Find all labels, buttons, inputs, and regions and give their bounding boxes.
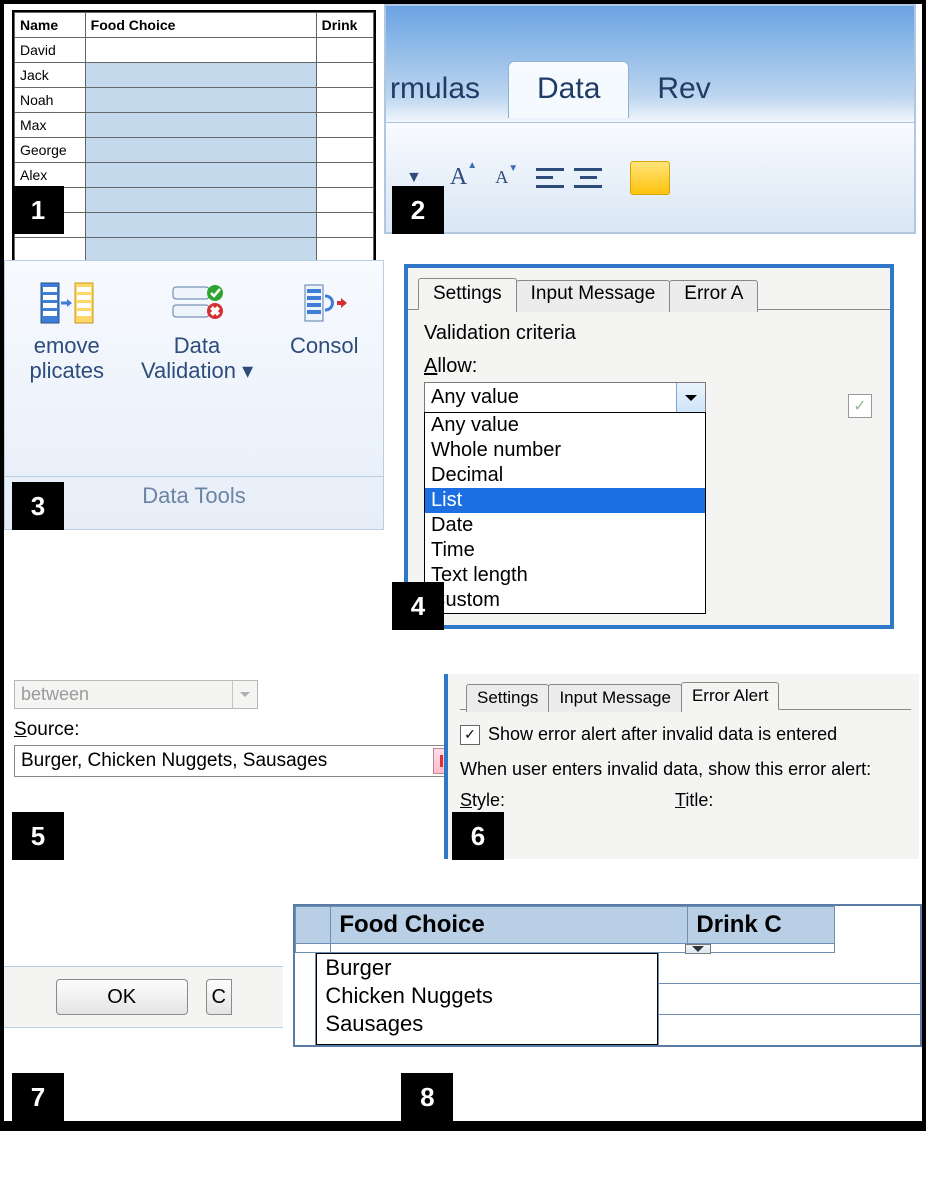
tab-settings[interactable]: Settings	[418, 278, 517, 310]
allow-combobox[interactable]: Any value	[424, 382, 706, 413]
tab-error-alert[interactable]: Error A	[669, 280, 758, 312]
allow-label: Allow:	[424, 355, 874, 378]
cell-drink[interactable]	[316, 138, 373, 163]
active-cell[interactable]	[331, 944, 688, 953]
allow-dropdown-list[interactable]: Any valueWhole numberDecimalListDateTime…	[424, 412, 706, 614]
cell-drink[interactable]	[316, 188, 373, 213]
step-badge-7: 7	[12, 1073, 64, 1121]
dialog-button-row: OK C	[4, 966, 283, 1028]
allow-option[interactable]: Time	[425, 538, 705, 563]
tab-input-message[interactable]: Input Message	[516, 280, 671, 312]
cell-name[interactable]: Jack	[15, 63, 86, 88]
data-combobox-disabled: between	[14, 680, 258, 709]
cell-option[interactable]: Sausages	[317, 1010, 657, 1038]
col-food-header: Food Choice	[331, 907, 688, 944]
cell-food-selected[interactable]	[85, 188, 316, 213]
chevron-down-icon: ▾	[242, 358, 253, 383]
tab-error-alert[interactable]: Error Alert	[681, 682, 780, 710]
ribbon: rmulas Data Rev ▼ A A	[384, 4, 916, 234]
step-badge-3: 3	[12, 482, 64, 530]
tab-data[interactable]: Data	[508, 61, 629, 118]
cell-name[interactable]: Max	[15, 113, 86, 138]
cell-drink[interactable]	[316, 63, 373, 88]
consolidate-button[interactable]: Consol	[290, 281, 358, 358]
cell-food-selected[interactable]	[85, 113, 316, 138]
data-validation-button[interactable]: Data Validation ▾	[141, 281, 253, 384]
col-drink-header: Drink	[316, 13, 373, 38]
shrink-font-icon[interactable]: A	[495, 167, 508, 188]
ignore-blank-checkbox[interactable]	[848, 394, 872, 418]
cell-food-selected[interactable]	[85, 163, 316, 188]
cell-drink[interactable]	[316, 238, 373, 263]
cell-name[interactable]: David	[15, 38, 86, 63]
chevron-down-icon	[232, 681, 257, 708]
cell-drink[interactable]	[316, 88, 373, 113]
error-subtext: When user enters invalid data, show this…	[460, 759, 911, 780]
align-center-icon[interactable]	[574, 168, 602, 188]
step-badge-8: 8	[401, 1073, 453, 1121]
cell-food-selected[interactable]	[85, 238, 316, 263]
cell-name[interactable]: Noah	[15, 88, 86, 113]
allow-option[interactable]: Decimal	[425, 463, 705, 488]
cell-option[interactable]: Burger	[317, 954, 657, 982]
remove-duplicates-button[interactable]: emove plicates	[29, 281, 104, 384]
source-label: Source:	[14, 719, 438, 741]
grow-font-icon[interactable]: A	[450, 164, 467, 191]
cell-food-selected[interactable]	[85, 88, 316, 113]
cell-option[interactable]: Chicken Nuggets	[317, 982, 657, 1010]
allow-option[interactable]: Any value	[425, 413, 705, 438]
allow-option[interactable]: Custom	[425, 588, 705, 613]
col-drink-header: Drink C	[688, 907, 835, 944]
cell-name[interactable]	[15, 238, 86, 263]
cell-dropdown-list[interactable]: BurgerChicken NuggetsSausages	[316, 953, 658, 1045]
source-input[interactable]: Burger, Chicken Nuggets, Sausages	[14, 745, 462, 777]
spreadsheet-selection[interactable]: Name Food Choice Drink David Jack Noah M…	[12, 10, 376, 265]
cell-drink[interactable]	[316, 213, 373, 238]
allow-option[interactable]: List	[425, 488, 705, 513]
step-badge-1: 1	[12, 186, 64, 234]
highlight-icon[interactable]	[630, 161, 670, 195]
col-food-header: Food Choice	[85, 13, 316, 38]
validation-criteria-label: Validation criteria	[424, 322, 874, 345]
step-badge-2: 2	[392, 186, 444, 234]
show-error-checkbox[interactable]	[460, 725, 480, 745]
ok-button[interactable]: OK	[56, 979, 188, 1015]
cell-drink[interactable]	[316, 163, 373, 188]
style-label: Style:	[460, 790, 505, 811]
dropdown-icon[interactable]: ▼	[406, 169, 422, 187]
cancel-button[interactable]: C	[206, 979, 232, 1015]
allow-option[interactable]: Date	[425, 513, 705, 538]
result-spreadsheet[interactable]: Food Choice Drink C BurgerChicken Nugget…	[293, 904, 922, 1047]
cell-drink[interactable]	[316, 113, 373, 138]
tab-formulas[interactable]: rmulas	[386, 62, 508, 118]
cell-name[interactable]: George	[15, 138, 86, 163]
cell-food-selected[interactable]	[85, 213, 316, 238]
col-name-header: Name	[15, 13, 86, 38]
cell-food-selected[interactable]	[85, 63, 316, 88]
error-alert-panel: Settings Input Message Error Alert Show …	[444, 674, 919, 859]
cell-drink[interactable]	[316, 38, 373, 63]
allow-option[interactable]: Text length	[425, 563, 705, 588]
step-badge-5: 5	[12, 812, 64, 860]
cell-food-selected[interactable]	[85, 138, 316, 163]
align-left-icon[interactable]	[536, 168, 564, 188]
show-error-label: Show error alert after invalid data is e…	[488, 724, 837, 745]
tab-review[interactable]: Rev	[629, 62, 738, 118]
cell-food[interactable]	[85, 38, 316, 63]
data-validation-dialog: Settings Input Message Error A Validatio…	[404, 264, 894, 629]
tab-input-message[interactable]: Input Message	[548, 684, 682, 712]
cell-dropdown-icon[interactable]	[685, 944, 711, 954]
tab-settings[interactable]: Settings	[466, 684, 549, 712]
step-badge-4: 4	[392, 582, 444, 630]
allow-option[interactable]: Whole number	[425, 438, 705, 463]
title-label: Title:	[675, 790, 713, 811]
cell-name[interactable]: Alex	[15, 163, 86, 188]
chevron-down-icon[interactable]	[676, 383, 705, 412]
step-badge-6: 6	[452, 812, 504, 860]
alignment-buttons[interactable]	[536, 168, 602, 188]
